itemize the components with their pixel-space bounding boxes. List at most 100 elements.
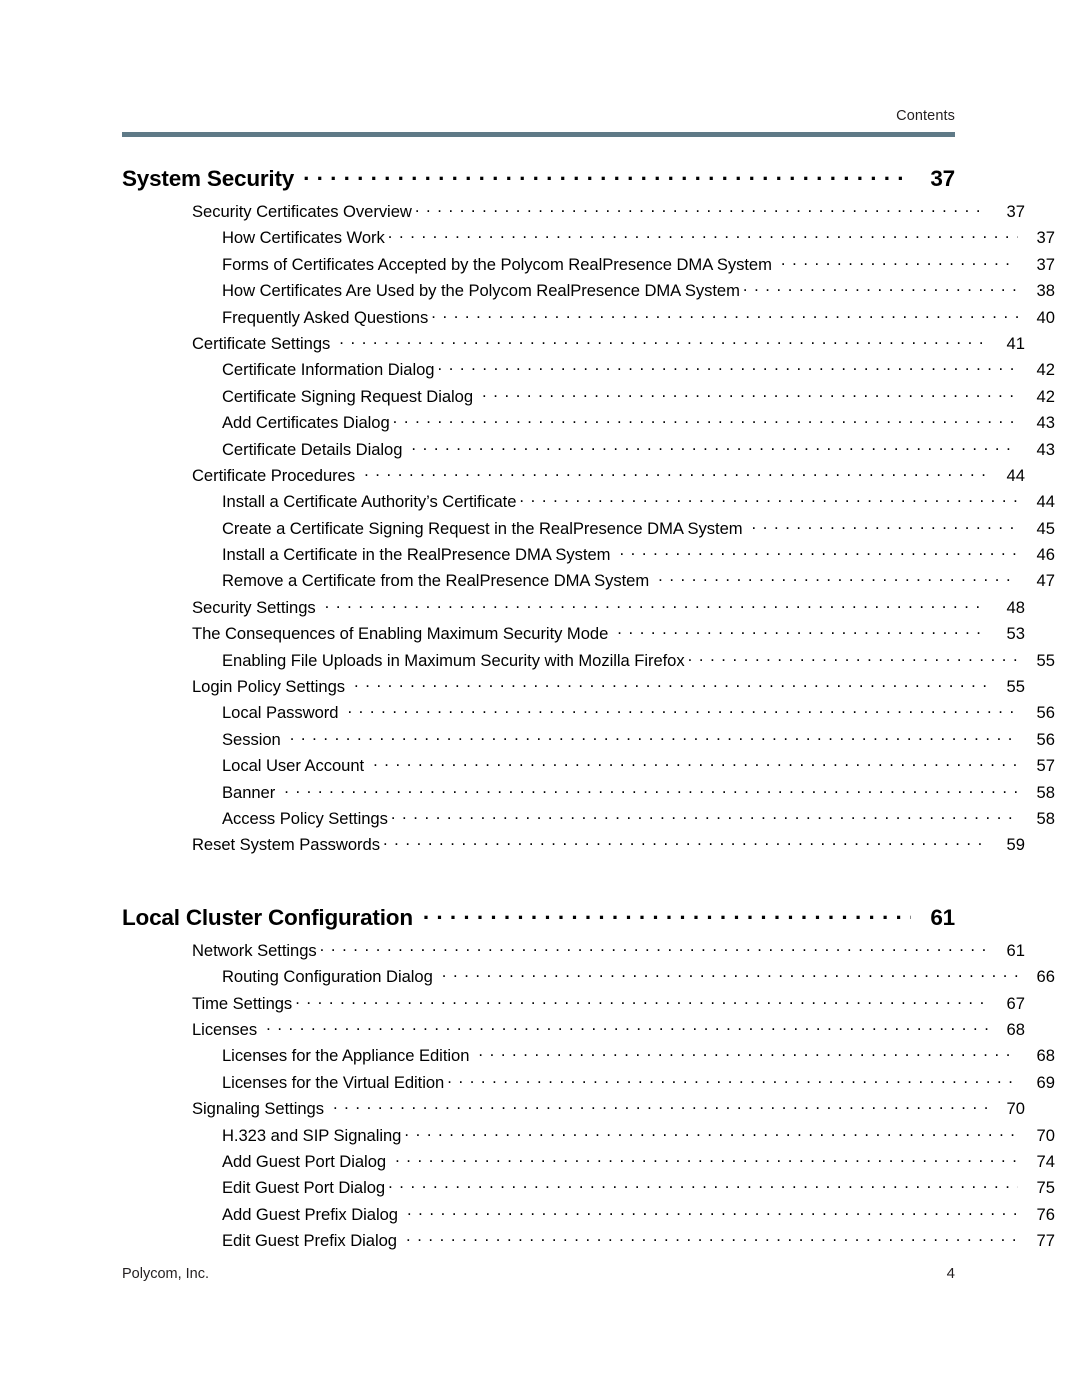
- dot-leader: [290, 729, 1018, 745]
- toc-entry-label: Network Settings: [192, 940, 317, 960]
- toc-entry[interactable]: Enabling File Uploads in Maximum Securit…: [122, 650, 1055, 676]
- toc-entry[interactable]: Security Settings 48: [122, 597, 1025, 623]
- toc-entry-page-number: 48: [1006, 597, 1025, 617]
- dot-leader: [519, 491, 1018, 507]
- toc-entry-label: Licenses for the Appliance Edition: [222, 1046, 470, 1066]
- table-of-contents: System Security37Security Certificates O…: [122, 166, 1055, 1256]
- dot-leader: [781, 254, 1018, 270]
- dot-leader: [478, 1045, 1018, 1061]
- dot-leader: [393, 412, 1018, 428]
- toc-entry[interactable]: Add Certificates Dialog 43: [122, 412, 1055, 438]
- toc-entry[interactable]: How Certificates Are Used by the Polycom…: [122, 280, 1055, 306]
- toc-entry[interactable]: The Consequences of Enabling Maximum Sec…: [122, 623, 1025, 649]
- toc-entry[interactable]: Network Settings 61: [122, 940, 1025, 966]
- toc-entry-page-number: 45: [1036, 518, 1055, 538]
- toc-entry[interactable]: Edit Guest Port Dialog 75: [122, 1177, 1055, 1203]
- toc-chapter-entry[interactable]: Local Cluster Configuration 61: [122, 905, 955, 940]
- dot-leader: [339, 333, 988, 349]
- dot-leader: [752, 518, 1018, 534]
- dot-leader: [391, 808, 1018, 824]
- dot-leader: [423, 909, 911, 925]
- toc-entry-label: The Consequences of Enabling Maximum Sec…: [192, 624, 609, 644]
- dot-leader: [303, 170, 911, 186]
- dot-leader: [442, 966, 1018, 982]
- toc-entry[interactable]: Install a Certificate Authority’s Certif…: [122, 491, 1055, 517]
- running-header: Contents: [896, 108, 955, 124]
- toc-entry[interactable]: Create a Certificate Signing Request in …: [122, 518, 1055, 544]
- toc-entry-label: System Security: [122, 166, 295, 191]
- toc-entry[interactable]: Banner 58: [122, 782, 1055, 808]
- toc-entry[interactable]: How Certificates Work 37: [122, 227, 1055, 253]
- toc-entry[interactable]: Local User Account 57: [122, 755, 1055, 781]
- toc-entry-page-number: 37: [1036, 254, 1055, 274]
- toc-entry[interactable]: Session 56: [122, 729, 1055, 755]
- dot-leader: [447, 1072, 1018, 1088]
- toc-entry-label: Local Cluster Configuration: [122, 904, 413, 930]
- toc-entry[interactable]: Install a Certificate in the RealPresenc…: [122, 544, 1055, 570]
- toc-entry-label: Certificate Details Dialog: [222, 439, 403, 459]
- toc-entry-page-number: 68: [1006, 1019, 1025, 1039]
- toc-entry-page-number: 42: [1036, 360, 1055, 380]
- toc-entry-page-number: 47: [1036, 571, 1055, 591]
- toc-entry[interactable]: Frequently Asked Questions 40: [122, 307, 1055, 333]
- toc-entry[interactable]: Signaling Settings 70: [122, 1098, 1025, 1124]
- toc-entry[interactable]: Licenses 68: [122, 1019, 1025, 1045]
- toc-entry-page-number: 40: [1036, 307, 1055, 327]
- toc-entry[interactable]: Add Guest Port Dialog 74: [122, 1151, 1055, 1177]
- toc-entry[interactable]: Certificate Procedures 44: [122, 465, 1025, 491]
- toc-entry-label: How Certificates Work: [222, 228, 385, 248]
- dot-leader: [415, 201, 988, 217]
- toc-entry[interactable]: Certificate Settings 41: [122, 333, 1025, 359]
- toc-entry[interactable]: Local Password 56: [122, 702, 1055, 728]
- toc-entry-page-number: 61: [1006, 940, 1025, 960]
- toc-entry-page-number: 41: [1006, 333, 1025, 353]
- toc-entry[interactable]: Remove a Certificate from the RealPresen…: [122, 570, 1055, 596]
- toc-entry-label: Security Certificates Overview: [192, 202, 412, 221]
- toc-entry[interactable]: Certificate Information Dialog 42: [122, 359, 1055, 385]
- toc-entry[interactable]: Licenses for the Appliance Edition 68: [122, 1045, 1055, 1071]
- toc-entry-label: Time Settings: [192, 993, 293, 1013]
- toc-entry-label: Edit Guest Prefix Dialog: [222, 1231, 397, 1251]
- toc-entry-page-number: 56: [1036, 729, 1055, 749]
- toc-entry-label: Local User Account: [222, 756, 365, 776]
- toc-entry-page-number: 57: [1036, 756, 1055, 776]
- dot-leader: [688, 650, 1018, 666]
- dot-leader: [295, 993, 988, 1009]
- toc-entry-label: Licenses for the Virtual Edition: [222, 1072, 445, 1092]
- toc-entry-label: Install a Certificate Authority’s Certif…: [222, 492, 517, 512]
- toc-entry-page-number: 74: [1036, 1151, 1055, 1171]
- dot-leader: [743, 280, 1018, 296]
- toc-entry[interactable]: Edit Guest Prefix Dialog 77: [122, 1230, 1055, 1256]
- toc-entry-label: Security Settings: [192, 597, 316, 617]
- toc-entry[interactable]: Add Guest Prefix Dialog 76: [122, 1204, 1055, 1230]
- toc-entry-label: Licenses: [192, 1019, 258, 1039]
- toc-chapter-entry[interactable]: System Security 37: [122, 166, 955, 201]
- dot-leader: [404, 1125, 1018, 1141]
- toc-entry-page-number: 44: [1006, 465, 1025, 485]
- toc-entry-label: Enabling File Uploads in Maximum Securit…: [222, 650, 685, 670]
- toc-entry[interactable]: H.323 and SIP Signaling 70: [122, 1125, 1055, 1151]
- toc-entry[interactable]: Access Policy Settings 58: [122, 808, 1055, 834]
- toc-entry[interactable]: Certificate Signing Request Dialog 42: [122, 386, 1055, 412]
- toc-entry[interactable]: Security Certificates Overview 37: [122, 201, 1025, 227]
- dot-leader: [407, 1204, 1018, 1220]
- toc-entry-label: Session: [222, 729, 281, 749]
- toc-entry[interactable]: Time Settings 67: [122, 993, 1025, 1019]
- toc-entry[interactable]: Certificate Details Dialog 43: [122, 439, 1055, 465]
- dot-leader: [383, 834, 988, 850]
- dot-leader: [482, 386, 1018, 402]
- toc-entry[interactable]: Routing Configuration Dialog 66: [122, 966, 1055, 992]
- toc-entry-label: Access Policy Settings: [222, 808, 388, 828]
- toc-entry[interactable]: Reset System Passwords 59: [122, 834, 1025, 860]
- toc-entry[interactable]: Licenses for the Virtual Edition 69: [122, 1072, 1055, 1098]
- toc-entry-label: Frequently Asked Questions: [222, 307, 429, 327]
- dot-leader: [347, 702, 1018, 718]
- document-page: Contents System Security37Security Certi…: [0, 0, 1080, 1397]
- toc-entry-label: H.323 and SIP Signaling: [222, 1125, 402, 1145]
- dot-leader: [266, 1019, 988, 1035]
- toc-entry[interactable]: Login Policy Settings 55: [122, 676, 1025, 702]
- toc-entry-label: Local Password: [222, 703, 339, 723]
- toc-entry-label: Add Guest Port Dialog: [222, 1151, 387, 1171]
- footer-page-number: 4: [946, 1265, 955, 1282]
- toc-entry[interactable]: Forms of Certificates Accepted by the Po…: [122, 254, 1055, 280]
